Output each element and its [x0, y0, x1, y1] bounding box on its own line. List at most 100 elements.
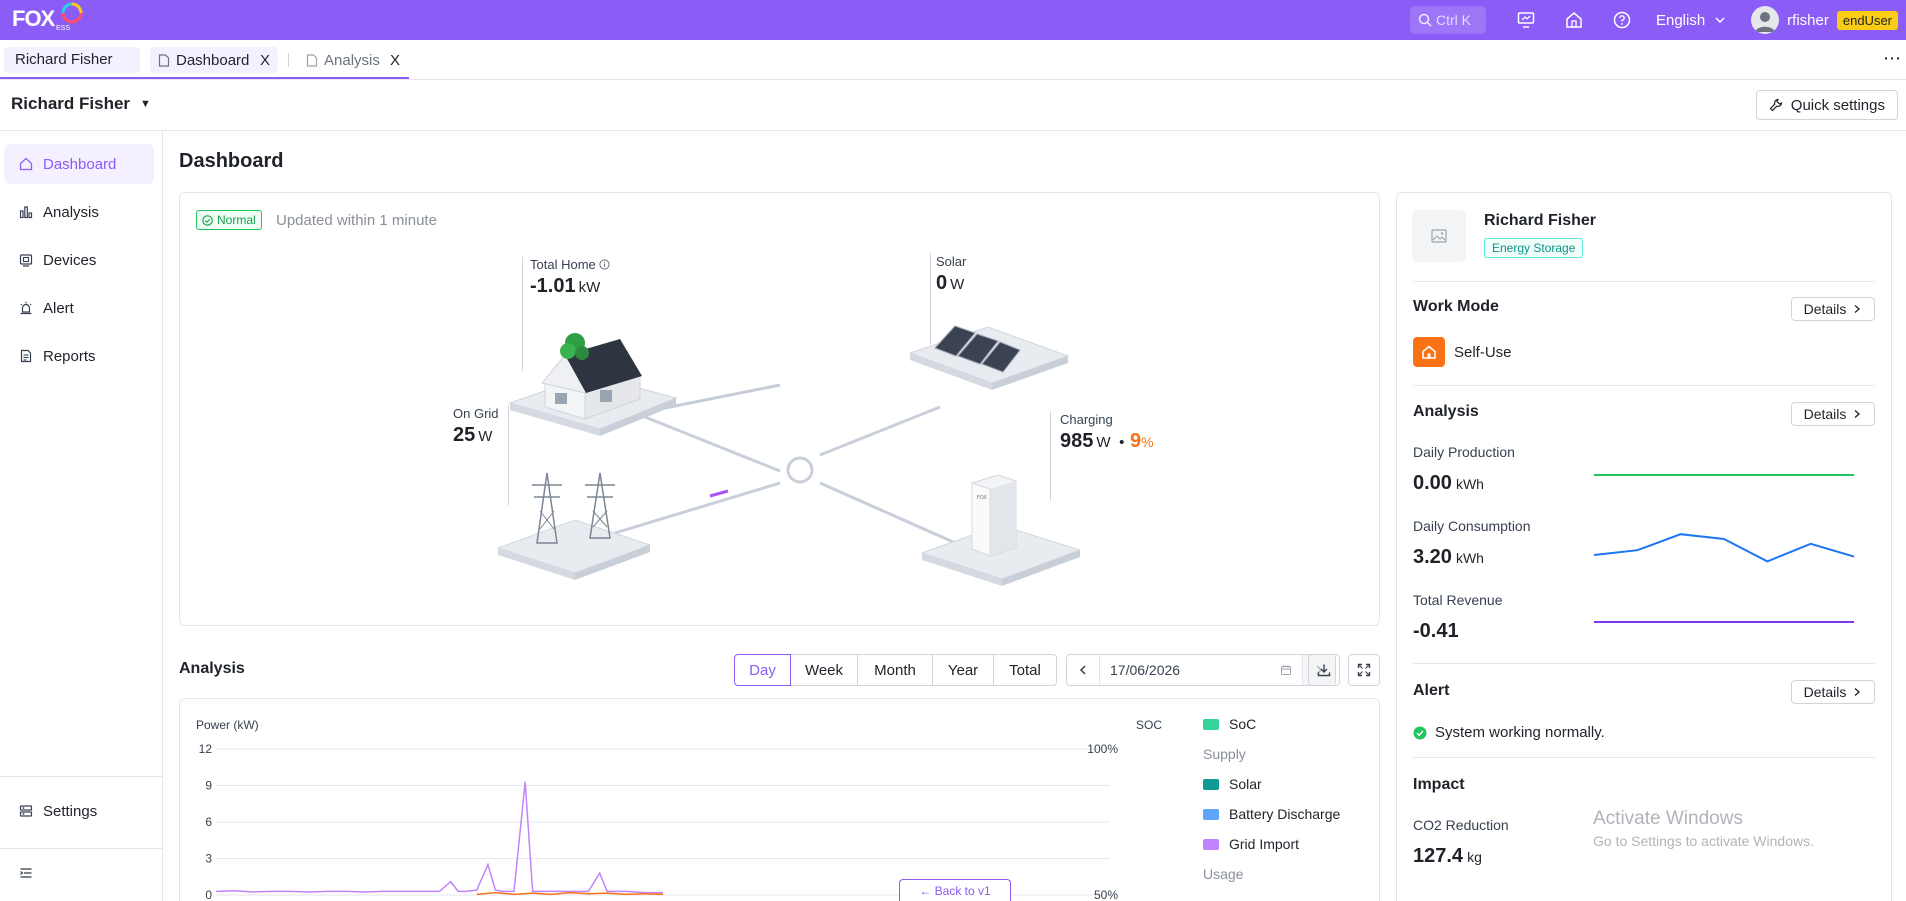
legend-swatch — [1203, 718, 1219, 730]
tab-analysis[interactable]: Analysis X — [298, 47, 408, 73]
device-icon — [19, 254, 33, 267]
help-button[interactable] — [1610, 8, 1634, 32]
sidebar-item-devices[interactable]: Devices — [4, 240, 154, 280]
sidebar-item-dashboard[interactable]: Dashboard — [4, 144, 154, 184]
back-to-v1-button[interactable]: ← Back to v1 — [899, 879, 1011, 901]
sidebar: Dashboard Analysis Devices Alert Reports… — [0, 131, 163, 901]
work-mode-title: Work Mode — [1413, 298, 1499, 315]
impact-title: Impact — [1413, 776, 1465, 793]
user-avatar-icon — [1755, 12, 1776, 32]
daily-production-value: 0.00 kWh — [1413, 472, 1484, 494]
battery-illustration: FOX — [920, 474, 1082, 586]
legend-soc[interactable]: SoC — [1203, 716, 1256, 732]
username[interactable]: rfisher — [1787, 12, 1829, 29]
legend-supply-heading: Supply — [1203, 746, 1246, 762]
legend-usage-heading: Usage — [1203, 866, 1244, 882]
language-selector[interactable]: English — [1656, 12, 1727, 29]
grid-illustration — [496, 472, 652, 580]
total-revenue-label: Total Revenue — [1413, 592, 1503, 608]
flow-connections: FOX — [496, 325, 1082, 586]
global-search-button[interactable]: Ctrl K — [1409, 6, 1486, 34]
report-icon — [20, 349, 32, 363]
analysis-details-button[interactable]: Details — [1791, 402, 1875, 426]
svg-text:FOX: FOX — [977, 495, 987, 501]
tab-dashboard[interactable]: Dashboard X — [150, 47, 278, 73]
legend-battery-discharge[interactable]: Battery Discharge — [1203, 806, 1340, 822]
section-divider — [1413, 385, 1875, 386]
alert-title: Alert — [1413, 682, 1450, 699]
home-button[interactable] — [1562, 8, 1586, 32]
analysis-title: Analysis — [179, 660, 245, 677]
solar-illustration — [908, 325, 1070, 390]
quick-settings-label: Quick settings — [1790, 96, 1885, 114]
sidebar-collapse-button[interactable] — [4, 853, 154, 893]
date-prev-button[interactable] — [1067, 655, 1099, 685]
fullscreen-button[interactable] — [1348, 654, 1380, 686]
date-input[interactable]: 17/06/2026 — [1099, 655, 1303, 685]
period-selector: Day Week Month Year Total — [734, 654, 1057, 686]
period-month-button[interactable]: Month — [857, 654, 933, 686]
sidebar-item-analysis[interactable]: Analysis — [4, 192, 154, 232]
co2-reduction-value: 127.4 kg — [1413, 845, 1482, 867]
alert-status-text: System working normally. — [1435, 724, 1605, 741]
period-year-button[interactable]: Year — [932, 654, 994, 686]
help-icon — [1613, 11, 1631, 29]
fox-ess-logo[interactable]: FOX ESS — [12, 2, 84, 36]
search-shortcut: Ctrl K — [1435, 12, 1471, 28]
y2-tick-label: 100% — [1087, 742, 1118, 756]
home-icon — [1566, 12, 1582, 28]
info-icon[interactable] — [599, 259, 610, 270]
more-tabs-button[interactable]: ⋯ — [1883, 48, 1902, 69]
solar-label-line — [930, 253, 931, 345]
wrench-icon — [1769, 98, 1782, 112]
home-label: Total Home — [530, 257, 610, 272]
quick-settings-button[interactable]: Quick settings — [1755, 90, 1898, 120]
sidebar-item-label: Settings — [43, 802, 98, 820]
site-summary-card: Richard Fisher Energy Storage Work Mode … — [1396, 192, 1892, 901]
check-circle-icon — [1413, 726, 1427, 740]
power-chart[interactable]: 12 9 6 3 0 100% 50% — [180, 699, 1120, 901]
section-divider — [1413, 281, 1875, 282]
page-icon — [158, 53, 170, 67]
page-icon — [306, 53, 318, 67]
monitor-button[interactable] — [1514, 8, 1538, 32]
sidebar-item-settings[interactable]: Settings — [4, 791, 154, 831]
series-line — [215, 781, 663, 894]
home-power-value: -1.01 kW — [530, 275, 601, 297]
co2-reduction-label: CO2 Reduction — [1413, 817, 1509, 833]
site-type-badge: Energy Storage — [1484, 238, 1584, 258]
collapse-menu-icon — [20, 868, 32, 878]
download-button[interactable] — [1308, 654, 1340, 686]
flow-hub — [786, 456, 814, 484]
grid-flow-indicator — [709, 489, 729, 498]
caret-down-icon: ▼ — [140, 98, 151, 110]
tab-dashboard-close-button[interactable]: X — [260, 52, 270, 69]
alert-details-button[interactable]: Details — [1791, 680, 1875, 704]
account-header: Richard Fisher ▼ Quick settings — [0, 80, 1906, 131]
work-mode-details-button[interactable]: Details — [1791, 297, 1875, 321]
tab-user[interactable]: Richard Fisher — [4, 47, 140, 73]
date-value: 17/06/2026 — [1110, 662, 1181, 678]
legend-solar[interactable]: Solar — [1203, 776, 1262, 792]
chevron-down-icon — [1715, 17, 1725, 24]
role-badge: endUser — [1836, 10, 1898, 30]
home-label-line — [522, 257, 523, 371]
legend-swatch — [1203, 808, 1219, 820]
period-day-button[interactable]: Day — [734, 654, 791, 686]
sidebar-item-alert[interactable]: Alert — [4, 288, 154, 328]
sidebar-item-label: Reports — [43, 347, 96, 365]
sidebar-item-reports[interactable]: Reports — [4, 336, 154, 376]
tab-underline — [0, 77, 409, 79]
tab-dashboard-label: Dashboard — [176, 51, 250, 69]
account-selector[interactable]: Richard Fisher ▼ — [11, 94, 151, 114]
legend-grid-import[interactable]: Grid Import — [1203, 836, 1299, 852]
period-week-button[interactable]: Week — [790, 654, 858, 686]
avatar[interactable] — [1751, 6, 1780, 34]
chevron-right-icon — [1854, 410, 1861, 418]
battery-connection-line — [819, 481, 961, 547]
period-total-button[interactable]: Total — [993, 654, 1057, 686]
page-title: Dashboard — [179, 150, 284, 172]
tab-analysis-close-button[interactable]: X — [390, 52, 400, 69]
calendar-icon — [1281, 665, 1291, 675]
date-picker: 17/06/2026 — [1066, 654, 1336, 686]
